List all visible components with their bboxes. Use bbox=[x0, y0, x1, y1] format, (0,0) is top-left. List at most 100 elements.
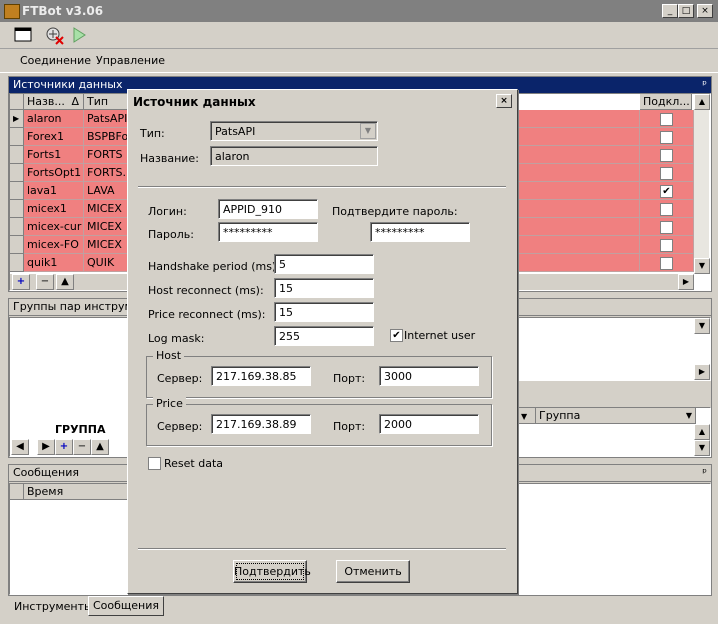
login-label: Логин: bbox=[148, 205, 187, 218]
dropdown-icon[interactable]: ▼ bbox=[694, 318, 710, 334]
row-indicator bbox=[10, 146, 24, 164]
tab-messages[interactable]: Сообщения bbox=[88, 596, 165, 616]
row-indicator bbox=[10, 254, 24, 272]
groups-right-top: ▼ ▶ bbox=[517, 317, 711, 381]
pin-icon[interactable]: ᵖ bbox=[702, 77, 707, 93]
password-field[interactable]: ********* bbox=[218, 222, 318, 242]
connected-checkbox[interactable]: ✔ bbox=[660, 185, 673, 198]
col-time-header[interactable]: Время bbox=[24, 484, 134, 500]
col-name-header[interactable]: Назв... Δ bbox=[24, 94, 84, 110]
scroll-down-icon-2[interactable]: ▼ bbox=[694, 440, 710, 456]
sources-vscroll[interactable]: ▲ ▼ bbox=[694, 94, 710, 274]
next-group-button[interactable]: ▶ bbox=[37, 439, 55, 455]
host-server-field[interactable]: 217.169.38.85 bbox=[211, 366, 311, 386]
price-port-field[interactable]: 2000 bbox=[379, 414, 479, 434]
cancel-button[interactable]: Отменить bbox=[336, 560, 410, 583]
group-header-label: ГРУППА bbox=[55, 423, 106, 436]
play-icon[interactable] bbox=[68, 25, 90, 45]
menubar: Соединение Управление bbox=[0, 50, 718, 73]
prev-group-button[interactable]: ◀ bbox=[11, 439, 29, 455]
msg-indicator-header bbox=[10, 484, 24, 500]
connected-checkbox[interactable] bbox=[660, 113, 673, 126]
cell-name: Forts1 bbox=[24, 146, 84, 164]
cell-name: micex1 bbox=[24, 200, 84, 218]
scroll-right-icon-2[interactable]: ▶ bbox=[694, 364, 710, 380]
connected-checkbox[interactable] bbox=[660, 239, 673, 252]
move-up-button[interactable]: ▲ bbox=[56, 274, 74, 290]
reset-data-checkbox[interactable] bbox=[148, 457, 161, 470]
col-group-header[interactable]: Группа ▼ bbox=[536, 408, 696, 424]
connected-checkbox[interactable] bbox=[660, 167, 673, 180]
price-server-field[interactable]: 217.169.38.89 bbox=[211, 414, 311, 434]
dialog-titlebar: Источник данных × bbox=[130, 92, 513, 110]
connected-checkbox[interactable] bbox=[660, 203, 673, 216]
row-indicator bbox=[10, 164, 24, 182]
app-title: FTBot v3.06 bbox=[22, 4, 104, 18]
connected-checkbox[interactable] bbox=[660, 221, 673, 234]
internet-user-label: Internet user bbox=[404, 329, 476, 342]
connected-checkbox[interactable] bbox=[660, 149, 673, 162]
window-icon[interactable] bbox=[12, 25, 34, 45]
connected-checkbox[interactable] bbox=[660, 257, 673, 270]
host-reconnect-field[interactable]: 15 bbox=[274, 278, 374, 298]
tab-instruments[interactable]: Инструменты bbox=[10, 598, 97, 616]
menu-connection[interactable]: Соединение bbox=[20, 54, 91, 67]
scroll-up-icon-2[interactable]: ▲ bbox=[694, 424, 710, 440]
col-type-header[interactable]: Тип bbox=[84, 94, 130, 110]
host-port-field[interactable]: 3000 bbox=[379, 366, 479, 386]
group-up-button[interactable]: ▲ bbox=[91, 439, 109, 455]
chevron-down-icon[interactable]: ▼ bbox=[360, 123, 376, 139]
minimize-button[interactable]: _ bbox=[662, 4, 678, 18]
app-icon bbox=[4, 4, 20, 19]
pin-icon-2[interactable]: ᵖ bbox=[702, 465, 707, 481]
price-server-label: Сервер: bbox=[157, 420, 203, 433]
reset-data-label: Reset data bbox=[164, 457, 224, 470]
maximize-button[interactable]: □ bbox=[678, 4, 694, 18]
confirm-button[interactable]: Подтвердить bbox=[233, 560, 311, 583]
scroll-down-icon[interactable]: ▼ bbox=[694, 258, 710, 274]
remove-source-button[interactable]: − bbox=[36, 274, 54, 290]
bottom-tabs: Инструменты Сообщения bbox=[0, 596, 718, 624]
type-select-value: PatsAPI bbox=[215, 125, 256, 138]
cell-name: micex-cur bbox=[24, 218, 84, 236]
cell-connected bbox=[640, 200, 694, 218]
col-connected-header[interactable]: Подкл... bbox=[640, 94, 692, 110]
handshake-field[interactable]: 5 bbox=[274, 254, 374, 274]
type-select[interactable]: PatsAPI ▼ bbox=[210, 121, 378, 141]
scroll-right-icon[interactable]: ▶ bbox=[678, 274, 694, 290]
sources-title-text: Источники данных bbox=[13, 78, 123, 91]
cell-name: micex-FO bbox=[24, 236, 84, 254]
menu-control[interactable]: Управление bbox=[96, 54, 165, 67]
row-indicator bbox=[10, 200, 24, 218]
dialog-close-button[interactable]: × bbox=[496, 94, 512, 108]
host-server-label: Сервер: bbox=[157, 372, 203, 385]
cell-name: Forex1 bbox=[24, 128, 84, 146]
name-field[interactable]: alaron bbox=[210, 146, 378, 166]
cell-name: lava1 bbox=[24, 182, 84, 200]
add-source-button[interactable]: + bbox=[12, 274, 30, 290]
add-group-button[interactable]: + bbox=[55, 439, 73, 455]
internet-user-checkbox[interactable]: ✔ bbox=[390, 329, 403, 342]
cell-connected bbox=[640, 236, 694, 254]
close-button[interactable]: × bbox=[697, 4, 713, 18]
cell-name: FortsOpt1 bbox=[24, 164, 84, 182]
price-reconnect-field[interactable]: 15 bbox=[274, 302, 374, 322]
disconnect-icon[interactable] bbox=[44, 25, 66, 45]
filter-dropdown[interactable]: ▼ bbox=[518, 408, 536, 424]
row-indicator bbox=[10, 128, 24, 146]
handshake-label: Handshake period (ms): bbox=[148, 260, 280, 273]
dropdown-icon-2[interactable]: ▼ bbox=[686, 408, 692, 424]
connected-checkbox[interactable] bbox=[660, 131, 673, 144]
separator bbox=[138, 186, 506, 188]
log-mask-field[interactable]: 255 bbox=[274, 326, 374, 346]
row-indicator-header bbox=[10, 94, 24, 110]
login-field[interactable]: APPID_910 bbox=[218, 199, 318, 219]
host-group: Host Сервер: 217.169.38.85 Порт: 3000 bbox=[146, 349, 492, 398]
cell-connected bbox=[640, 146, 694, 164]
cell-connected bbox=[640, 110, 694, 128]
remove-group-button[interactable]: − bbox=[73, 439, 91, 455]
scroll-up-icon[interactable]: ▲ bbox=[694, 94, 710, 110]
groups-right-grid: ▼ Группа ▼ ▲ ▼ bbox=[517, 407, 711, 457]
dialog-title: Источник данных bbox=[133, 95, 256, 109]
confirm-password-field[interactable]: ********* bbox=[370, 222, 470, 242]
